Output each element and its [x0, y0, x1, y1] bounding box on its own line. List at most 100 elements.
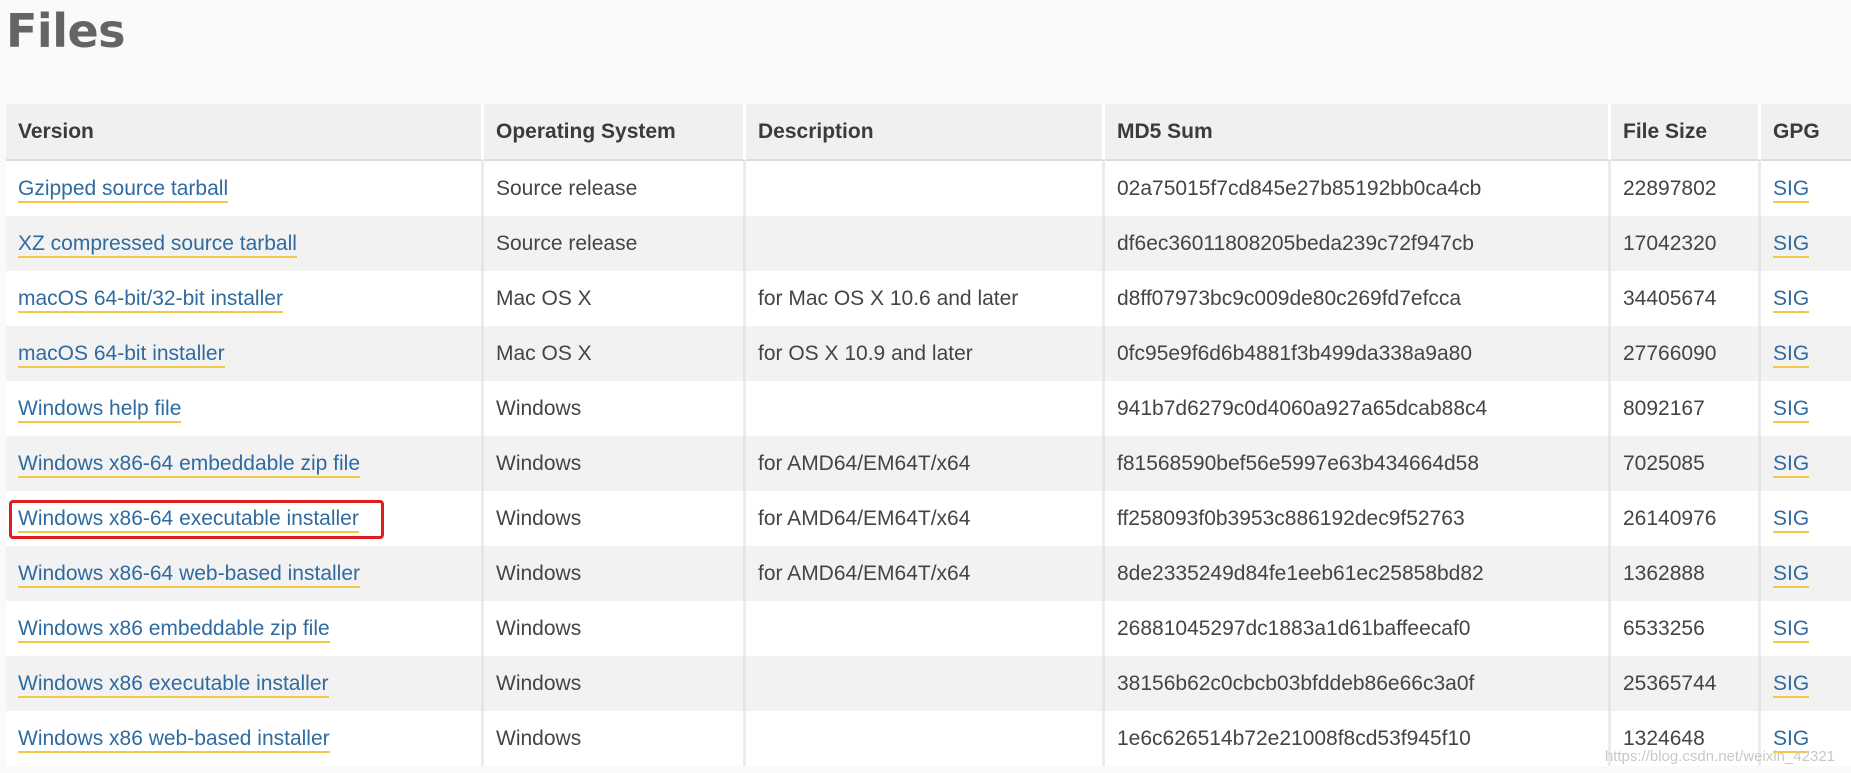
table-row: Windows x86-64 embeddable zip file Windo…	[6, 436, 1851, 491]
gpg-cell: SIG	[1761, 381, 1851, 436]
version-cell: macOS 64-bit/32-bit installer	[6, 271, 484, 326]
sig-link[interactable]: SIG	[1773, 561, 1810, 588]
description-cell: for Mac OS X 10.6 and later	[746, 271, 1105, 326]
gpg-cell: SIG	[1761, 546, 1851, 601]
os-cell: Source release	[484, 216, 746, 271]
column-header-description: Description	[746, 104, 1105, 161]
column-header-gpg: GPG	[1761, 104, 1851, 161]
download-link[interactable]: Windows x86-64 embeddable zip file	[18, 451, 361, 478]
files-table: Version Operating System Description MD5…	[6, 104, 1851, 766]
os-cell: Source release	[484, 161, 746, 216]
column-header-os: Operating System	[484, 104, 746, 161]
gpg-cell: SIG	[1761, 601, 1851, 656]
download-link[interactable]: Gzipped source tarball	[18, 176, 229, 203]
column-header-file-size: File Size	[1611, 104, 1761, 161]
version-cell: Windows x86-64 executable installer	[6, 491, 484, 546]
version-cell: Windows help file	[6, 381, 484, 436]
md5-cell: 8de2335249d84fe1eeb61ec25858bd82	[1105, 546, 1611, 601]
download-link[interactable]: Windows x86-64 executable installer	[18, 506, 359, 533]
version-cell: Windows x86-64 embeddable zip file	[6, 436, 484, 491]
description-cell: for AMD64/EM64T/x64	[746, 436, 1105, 491]
file-size-cell: 22897802	[1611, 161, 1761, 216]
description-cell	[746, 656, 1105, 711]
md5-cell: f81568590bef56e5997e63b434664d58	[1105, 436, 1611, 491]
gpg-cell: SIG	[1761, 491, 1851, 546]
file-size-cell: 26140976	[1611, 491, 1761, 546]
gpg-cell: SIG	[1761, 656, 1851, 711]
column-header-version: Version	[6, 104, 484, 161]
sig-link[interactable]: SIG	[1773, 341, 1810, 368]
version-cell: Gzipped source tarball	[6, 161, 484, 216]
sig-link[interactable]: SIG	[1773, 286, 1810, 313]
version-cell: macOS 64-bit installer	[6, 326, 484, 381]
description-cell	[746, 161, 1105, 216]
table-body: Gzipped source tarball Source release 02…	[6, 161, 1851, 766]
table-row: XZ compressed source tarball Source rele…	[6, 216, 1851, 271]
gpg-cell: SIG	[1761, 271, 1851, 326]
file-size-cell: 17042320	[1611, 216, 1761, 271]
file-size-cell: 25365744	[1611, 656, 1761, 711]
version-cell: Windows x86-64 web-based installer	[6, 546, 484, 601]
file-size-cell: 27766090	[1611, 326, 1761, 381]
download-link[interactable]: Windows x86 executable installer	[18, 671, 329, 698]
sig-link[interactable]: SIG	[1773, 396, 1810, 423]
file-size-cell: 34405674	[1611, 271, 1761, 326]
download-link[interactable]: macOS 64-bit installer	[18, 341, 225, 368]
page-title: Files	[6, 4, 126, 58]
download-link[interactable]: macOS 64-bit/32-bit installer	[18, 286, 283, 313]
table-row: Windows x86 executable installer Windows…	[6, 656, 1851, 711]
table-header: Version Operating System Description MD5…	[6, 104, 1851, 161]
os-cell: Windows	[484, 601, 746, 656]
table-row: macOS 64-bit/32-bit installer Mac OS X f…	[6, 271, 1851, 326]
md5-cell: df6ec36011808205beda239c72f947cb	[1105, 216, 1611, 271]
description-cell: for OS X 10.9 and later	[746, 326, 1105, 381]
description-cell	[746, 381, 1105, 436]
sig-link[interactable]: SIG	[1773, 506, 1810, 533]
os-cell: Windows	[484, 546, 746, 601]
table-row: Gzipped source tarball Source release 02…	[6, 161, 1851, 216]
table-row: Windows help file Windows 941b7d6279c0d4…	[6, 381, 1851, 436]
os-cell: Windows	[484, 711, 746, 766]
download-link[interactable]: Windows x86 embeddable zip file	[18, 616, 330, 643]
os-cell: Windows	[484, 656, 746, 711]
md5-cell: 1e6c626514b72e21008f8cd53f945f10	[1105, 711, 1611, 766]
os-cell: Mac OS X	[484, 326, 746, 381]
table-row: Windows x86 web-based installer Windows …	[6, 711, 1851, 766]
download-link[interactable]: Windows x86 web-based installer	[18, 726, 330, 753]
md5-cell: 38156b62c0cbcb03bfddeb86e66c3a0f	[1105, 656, 1611, 711]
sig-link[interactable]: SIG	[1773, 231, 1810, 258]
description-cell	[746, 216, 1105, 271]
gpg-cell: SIG	[1761, 326, 1851, 381]
table-row: Windows x86-64 executable installer Wind…	[6, 491, 1851, 546]
md5-cell: d8ff07973bc9c009de80c269fd7efcca	[1105, 271, 1611, 326]
version-cell: Windows x86 executable installer	[6, 656, 484, 711]
sig-link[interactable]: SIG	[1773, 451, 1810, 478]
description-cell: for AMD64/EM64T/x64	[746, 546, 1105, 601]
download-link[interactable]: Windows help file	[18, 396, 182, 423]
column-header-md5: MD5 Sum	[1105, 104, 1611, 161]
description-cell	[746, 711, 1105, 766]
sig-link[interactable]: SIG	[1773, 671, 1810, 698]
download-link[interactable]: Windows x86-64 web-based installer	[18, 561, 360, 588]
os-cell: Mac OS X	[484, 271, 746, 326]
gpg-cell: SIG	[1761, 216, 1851, 271]
table-row: Windows x86 embeddable zip file Windows …	[6, 601, 1851, 656]
watermark: https://blog.csdn.net/weixin_42321	[1604, 748, 1835, 765]
file-size-cell: 7025085	[1611, 436, 1761, 491]
header-row: Version Operating System Description MD5…	[6, 104, 1851, 161]
os-cell: Windows	[484, 491, 746, 546]
sig-link[interactable]: SIG	[1773, 616, 1810, 643]
version-cell: Windows x86 embeddable zip file	[6, 601, 484, 656]
md5-cell: 0fc95e9f6d6b4881f3b499da338a9a80	[1105, 326, 1611, 381]
md5-cell: 941b7d6279c0d4060a927a65dcab88c4	[1105, 381, 1611, 436]
md5-cell: 02a75015f7cd845e27b85192bb0ca4cb	[1105, 161, 1611, 216]
os-cell: Windows	[484, 436, 746, 491]
sig-link[interactable]: SIG	[1773, 176, 1810, 203]
table-row: macOS 64-bit installer Mac OS X for OS X…	[6, 326, 1851, 381]
file-size-cell: 8092167	[1611, 381, 1761, 436]
md5-cell: ff258093f0b3953c886192dec9f52763	[1105, 491, 1611, 546]
table-row: Windows x86-64 web-based installer Windo…	[6, 546, 1851, 601]
version-cell: XZ compressed source tarball	[6, 216, 484, 271]
download-link[interactable]: XZ compressed source tarball	[18, 231, 297, 258]
gpg-cell: SIG	[1761, 161, 1851, 216]
